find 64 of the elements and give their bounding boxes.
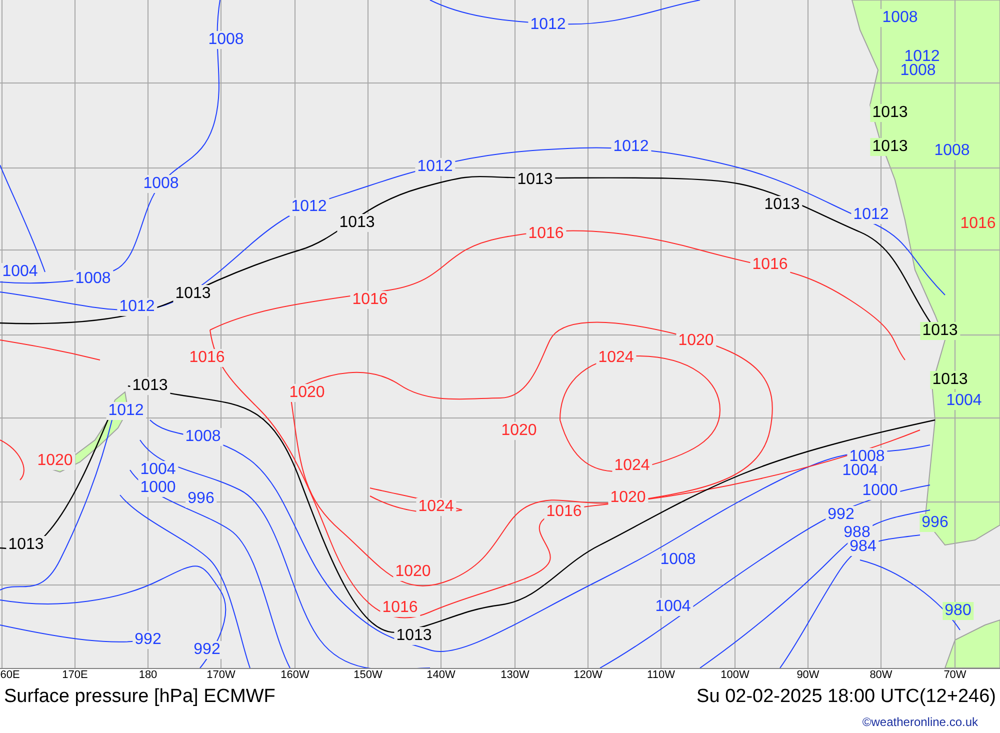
isobar-label: 1012 xyxy=(117,298,157,316)
isobar-label: 984 xyxy=(848,538,878,556)
longitude-label: 90W xyxy=(796,670,820,681)
isobar-label: 1008 xyxy=(206,31,246,49)
isobar-label: 1008 xyxy=(932,142,972,160)
isobar-label: 1016 xyxy=(187,349,227,367)
isobar-label: 992 xyxy=(192,641,222,659)
isobar-label: 1020 xyxy=(499,422,539,440)
isobar-label: 1013 xyxy=(930,371,970,389)
isobar-label: 996 xyxy=(920,514,950,532)
isobar-label: 1000 xyxy=(138,479,178,497)
longitude-label: 80W xyxy=(870,670,892,681)
isobar-label: 1012 xyxy=(106,402,146,420)
isobar-label: 1004 xyxy=(653,598,693,616)
isobar-label: 1012 xyxy=(289,198,329,216)
isobar-label: 1004 xyxy=(0,263,40,281)
isobar-label: 996 xyxy=(186,490,216,508)
isobar-label: 1013 xyxy=(394,627,434,645)
isobar-label: 1016 xyxy=(544,503,584,521)
isobar-label: 1012 xyxy=(851,206,891,224)
forecast-time: Su 02-02-2025 18:00 UTC(12+246) xyxy=(696,686,996,706)
longitude-label: 60E xyxy=(0,670,20,681)
longitude-label: 150W xyxy=(354,670,382,681)
isobar-label: 1013 xyxy=(870,138,910,156)
longitude-label: 170E xyxy=(62,670,88,681)
isobar-label: 1004 xyxy=(138,461,178,479)
isobar-label: 1016 xyxy=(350,291,390,309)
longitude-label: 120W xyxy=(574,670,602,681)
longitude-label: 110W xyxy=(647,670,675,681)
isobar-label: 1020 xyxy=(608,489,648,507)
isobar-label: 1020 xyxy=(393,563,433,581)
isobar-label: 1013 xyxy=(130,377,170,395)
isobar-label: 1000 xyxy=(860,482,900,500)
isobar-label: 1013 xyxy=(6,536,46,554)
isobar-label: 1020 xyxy=(35,452,75,470)
longitude-label: 170W xyxy=(206,670,236,681)
longitude-label: 140W xyxy=(426,670,456,681)
isobar-label: 1008 xyxy=(658,551,698,569)
isobar-label: 1020 xyxy=(287,384,327,402)
longitude-label: 180 xyxy=(138,670,158,681)
isobar-label: 992 xyxy=(132,631,164,649)
isobar-label: 1013 xyxy=(337,214,377,232)
isobar-label: 980 xyxy=(942,602,974,620)
isobar-label: 1024 xyxy=(596,349,636,367)
longitude-label: 130W xyxy=(500,670,530,681)
isobar-label: 1012 xyxy=(415,158,455,176)
isobar-label: 1013 xyxy=(515,171,555,189)
isobar-label: 1013 xyxy=(920,322,960,340)
isobar-label: 1016 xyxy=(380,599,420,617)
isobar-label: 1008 xyxy=(880,9,920,27)
isobar-label: 1008 xyxy=(73,270,113,288)
isobar-label: 1024 xyxy=(612,457,652,475)
longitude-label: 100W xyxy=(720,670,750,681)
isobar-label: 1004 xyxy=(944,392,984,410)
isobar-label: 1013 xyxy=(870,104,910,122)
longitude-label: 70W xyxy=(944,670,966,681)
isobar-label: 1016 xyxy=(750,256,790,274)
isobar-label: 1008 xyxy=(183,428,223,446)
map-title: Surface pressure [hPa] ECMWF xyxy=(4,686,276,706)
isobar-label: 1013 xyxy=(173,285,213,303)
isobar-label: 1024 xyxy=(416,498,456,516)
isobar-label: 1008 xyxy=(141,175,181,193)
copyright-link[interactable]: ©weatheronline.co.uk xyxy=(862,716,978,728)
longitude-label: 160W xyxy=(280,670,310,681)
